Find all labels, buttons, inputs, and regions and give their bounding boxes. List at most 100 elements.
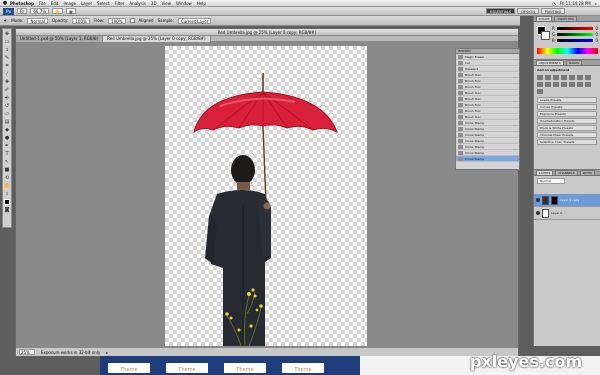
exposure-icon[interactable] bbox=[561, 75, 567, 80]
tab-red-umbrella[interactable]: Red Umbrella.jpg @ 25% (Layer 0 copy, RG… bbox=[103, 36, 211, 42]
shape-tool-icon[interactable]: ■ bbox=[3, 166, 11, 173]
crop-tool-icon[interactable]: ⌗ bbox=[3, 62, 11, 69]
background-swatch[interactable] bbox=[541, 31, 550, 40]
status-arrow-icon[interactable]: ▸ bbox=[106, 350, 108, 355]
preset-curves[interactable]: Curves Presets bbox=[537, 104, 597, 110]
history-state[interactable]: Clone Stamp bbox=[456, 156, 519, 162]
menu-window[interactable]: Window bbox=[176, 1, 192, 6]
quick-select-tool-icon[interactable]: ✎ bbox=[3, 54, 11, 61]
image-canvas[interactable] bbox=[165, 46, 367, 347]
opacity-field[interactable]: 100% bbox=[72, 17, 90, 24]
foreground-color-swatch[interactable] bbox=[3, 198, 11, 205]
status-zoom-field[interactable]: 25% bbox=[19, 349, 35, 355]
channel-mixer-icon[interactable] bbox=[553, 82, 559, 87]
pen-tool-icon[interactable]: ✒ bbox=[3, 142, 11, 149]
quick-mask-icon[interactable]: ◙ bbox=[3, 206, 11, 213]
hand-tool-icon[interactable]: ✋ bbox=[52, 8, 64, 14]
curves-icon[interactable] bbox=[553, 75, 559, 80]
preset-channel-mixer[interactable]: Channel Mixer Presets bbox=[537, 132, 597, 138]
clone-stamp-tool-icon[interactable]: ⎆ bbox=[3, 94, 11, 101]
3d-rotate-tool-icon[interactable]: ⟲ bbox=[3, 174, 11, 181]
layer-row[interactable]: Layer 0 bbox=[534, 207, 600, 220]
theme-card[interactable]: Theme bbox=[108, 359, 150, 373]
search-icon[interactable]: ⌕ bbox=[595, 1, 597, 6]
visibility-eye-icon[interactable] bbox=[536, 198, 540, 202]
menu-image[interactable]: Image bbox=[63, 1, 76, 6]
zoom-tool-icon[interactable]: ⌕ bbox=[3, 190, 11, 197]
threshold-icon[interactable] bbox=[577, 82, 583, 87]
menu-help[interactable]: Help bbox=[197, 1, 206, 6]
lasso-tool-icon[interactable]: ↄ bbox=[3, 46, 11, 53]
layer-row[interactable]: Layer 0 copy bbox=[534, 194, 600, 207]
tab-untitled[interactable]: Untitled-1.psd @ 50% (Layer 1, RGB/8) bbox=[16, 36, 104, 42]
menu-layer[interactable]: Layer bbox=[81, 1, 92, 6]
theme-card[interactable]: Theme bbox=[224, 359, 266, 373]
aligned-checkbox[interactable] bbox=[129, 18, 135, 23]
preset-exposure[interactable]: Exposure Presets bbox=[537, 111, 597, 117]
layer-name[interactable]: Layer 0 copy bbox=[560, 198, 579, 202]
eyedropper-tool-icon[interactable]: ⁄ bbox=[3, 70, 11, 77]
tab-masks[interactable]: MASKS bbox=[565, 60, 583, 65]
photo-filter-icon[interactable] bbox=[545, 82, 551, 87]
selective-color-icon[interactable] bbox=[537, 89, 543, 94]
history-brush-tool-icon[interactable]: ↺ bbox=[3, 102, 11, 109]
visibility-eye-icon[interactable] bbox=[536, 211, 540, 215]
tab-swatches[interactable]: SWATCHES bbox=[554, 16, 577, 21]
channel-g-value[interactable]: 0 bbox=[595, 32, 598, 37]
workspace-essentials[interactable]: ESSENTIALS bbox=[486, 8, 516, 14]
black-white-icon[interactable] bbox=[537, 82, 543, 87]
clock[interactable]: Fri 11:14:28 PM bbox=[560, 1, 591, 6]
dodge-tool-icon[interactable]: ● bbox=[3, 134, 11, 141]
menu-select[interactable]: Select bbox=[97, 1, 109, 6]
vibrance-icon[interactable] bbox=[569, 75, 575, 80]
workspace-design[interactable]: DESIGN bbox=[517, 8, 539, 14]
arrange-documents-icon[interactable]: ▦ bbox=[66, 8, 76, 14]
mode-select[interactable]: Normal bbox=[27, 17, 48, 24]
sample-select[interactable]: Current Layer bbox=[177, 17, 212, 24]
eraser-tool-icon[interactable]: ▱ bbox=[3, 110, 11, 117]
menu-3d[interactable]: 3D bbox=[151, 1, 157, 6]
spectrum-ramp[interactable] bbox=[537, 48, 598, 54]
color-balance-icon[interactable] bbox=[585, 75, 591, 80]
brush-tool-icon[interactable]: ✐ bbox=[3, 86, 11, 93]
clone-stamp-preset-icon[interactable]: ⎆ bbox=[4, 18, 7, 23]
preset-levels[interactable]: Levels Presets bbox=[537, 97, 597, 103]
status-info[interactable]: Exposure works in 32-bit only bbox=[41, 350, 100, 355]
tab-paths[interactable]: PATHS bbox=[579, 170, 596, 175]
channel-b-slider[interactable] bbox=[556, 38, 594, 42]
preset-selective-color[interactable]: Selective Color Presets bbox=[537, 139, 597, 145]
menu-view[interactable]: View bbox=[162, 1, 172, 6]
hue-saturation-icon[interactable] bbox=[577, 75, 583, 80]
channel-g-slider[interactable] bbox=[557, 32, 594, 36]
tab-color[interactable]: COLOR bbox=[536, 16, 553, 21]
theme-card[interactable]: Theme bbox=[166, 359, 208, 373]
posterize-icon[interactable] bbox=[569, 82, 575, 87]
brightness-icon[interactable] bbox=[537, 75, 543, 80]
tab-adjustments[interactable]: ADJUSTMENTS bbox=[536, 60, 564, 65]
path-select-tool-icon[interactable]: ↖ bbox=[3, 158, 11, 165]
marquee-tool-icon[interactable]: ▭ bbox=[3, 38, 11, 45]
preset-hue-saturation[interactable]: Hue/Saturation Presets bbox=[537, 118, 597, 124]
channel-r-slider[interactable] bbox=[556, 26, 594, 30]
menu-file[interactable]: File bbox=[39, 1, 46, 6]
gradient-tool-icon[interactable]: ▤ bbox=[3, 118, 11, 125]
type-tool-icon[interactable]: T bbox=[3, 150, 11, 157]
gradient-map-icon[interactable] bbox=[585, 82, 591, 87]
hand-tool-icon[interactable]: ✋ bbox=[3, 182, 11, 189]
channel-r-value[interactable]: 0 bbox=[595, 26, 598, 31]
bridge-icon[interactable]: Br bbox=[17, 8, 28, 14]
tab-layers[interactable]: LAYERS bbox=[536, 170, 554, 175]
menu-edit[interactable]: Edit bbox=[51, 1, 59, 6]
menu-analysis[interactable]: Analysis bbox=[129, 1, 145, 6]
document-title[interactable]: Red Umbrella.jpg @ 25% (Layer 0 copy, RG… bbox=[16, 29, 518, 36]
channel-b-value[interactable]: 0 bbox=[595, 38, 598, 43]
blur-tool-icon[interactable]: ◆ bbox=[3, 126, 11, 133]
apple-menu-icon[interactable]: ● bbox=[0, 0, 10, 6]
blend-mode-select[interactable]: Normal bbox=[537, 178, 565, 184]
zoom-select[interactable]: 66.7% bbox=[30, 8, 50, 14]
healing-tool-icon[interactable]: ✚ bbox=[3, 78, 11, 85]
menu-filter[interactable]: Filter bbox=[115, 1, 125, 6]
tab-channels[interactable]: CHANNELS bbox=[555, 170, 578, 175]
invert-icon[interactable] bbox=[561, 82, 567, 87]
layer-mask-thumbnail[interactable] bbox=[551, 195, 558, 205]
